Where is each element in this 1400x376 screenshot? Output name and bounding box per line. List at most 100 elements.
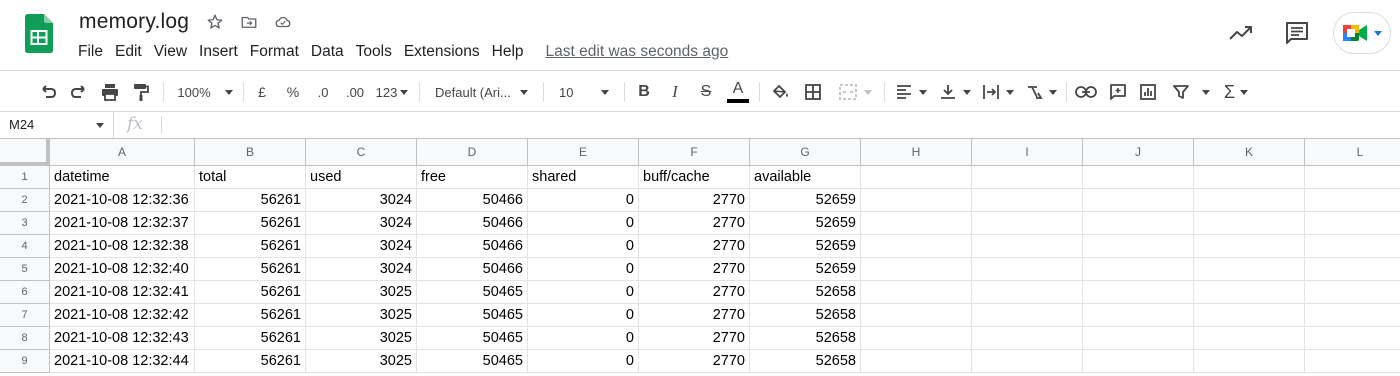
cloud-status-icon[interactable] <box>273 12 293 32</box>
cell-j8[interactable] <box>1083 327 1194 350</box>
document-title[interactable]: memory.log <box>79 10 189 34</box>
menu-data[interactable]: Data <box>305 41 350 63</box>
insert-comment-icon[interactable] <box>1106 79 1130 105</box>
cell-b8[interactable]: 56261 <box>195 327 306 350</box>
menu-extensions[interactable]: Extensions <box>398 41 486 63</box>
cell-l2[interactable] <box>1305 189 1400 212</box>
row-header[interactable]: 2 <box>0 189 50 212</box>
cell-f9[interactable]: 2770 <box>639 350 750 373</box>
decrease-decimal-button[interactable]: .0 <box>311 79 335 105</box>
merge-cells-icon[interactable] <box>833 79 877 105</box>
cell-d5[interactable]: 50466 <box>417 258 528 281</box>
menu-file[interactable]: File <box>72 41 109 63</box>
menu-edit[interactable]: Edit <box>109 41 148 63</box>
row-header[interactable]: 3 <box>0 212 50 235</box>
cell-l9[interactable] <box>1305 350 1400 373</box>
cell-e5[interactable]: 0 <box>528 258 639 281</box>
cell-k6[interactable] <box>1194 281 1305 304</box>
name-box[interactable]: M24 <box>0 112 114 138</box>
cell-k4[interactable] <box>1194 235 1305 258</box>
cell-c2[interactable]: 3024 <box>306 189 417 212</box>
format-percent-button[interactable]: % <box>283 79 303 105</box>
insert-chart-icon[interactable] <box>1136 79 1160 105</box>
borders-icon[interactable] <box>801 79 825 105</box>
cell-l4[interactable] <box>1305 235 1400 258</box>
column-header-g[interactable]: G <box>750 139 861 166</box>
cell-f3[interactable]: 2770 <box>639 212 750 235</box>
cell-j6[interactable] <box>1083 281 1194 304</box>
fill-color-icon[interactable] <box>768 79 792 105</box>
cell-e7[interactable]: 0 <box>528 304 639 327</box>
insert-link-icon[interactable] <box>1074 79 1098 105</box>
column-header-h[interactable]: H <box>861 139 972 166</box>
cell-a6[interactable]: 2021-10-08 12:32:41 <box>50 281 195 304</box>
cell-k5[interactable] <box>1194 258 1305 281</box>
cell-k7[interactable] <box>1194 304 1305 327</box>
cell-i8[interactable] <box>972 327 1083 350</box>
vertical-align-icon[interactable] <box>936 79 974 105</box>
cell-g1[interactable]: available <box>750 166 861 189</box>
font-size-select[interactable]: 10 <box>553 79 617 105</box>
select-all-corner[interactable] <box>0 139 50 166</box>
cell-a9[interactable]: 2021-10-08 12:32:44 <box>50 350 195 373</box>
cell-j4[interactable] <box>1083 235 1194 258</box>
cell-k8[interactable] <box>1194 327 1305 350</box>
cell-b3[interactable]: 56261 <box>195 212 306 235</box>
cell-k3[interactable] <box>1194 212 1305 235</box>
print-icon[interactable] <box>98 79 122 105</box>
cell-d4[interactable]: 50466 <box>417 235 528 258</box>
cell-a1[interactable]: datetime <box>50 166 195 189</box>
cell-b2[interactable]: 56261 <box>195 189 306 212</box>
meet-button[interactable] <box>1333 12 1391 54</box>
paint-format-icon[interactable] <box>129 79 153 105</box>
zoom-select[interactable]: 100% <box>172 79 238 105</box>
cell-d9[interactable]: 50465 <box>417 350 528 373</box>
cell-g6[interactable]: 52658 <box>750 281 861 304</box>
text-wrapping-icon[interactable] <box>979 79 1017 105</box>
redo-icon[interactable] <box>67 79 91 105</box>
menu-help[interactable]: Help <box>486 41 530 63</box>
more-formats-button[interactable]: 123 <box>373 79 411 105</box>
cell-c1[interactable]: used <box>306 166 417 189</box>
cell-c6[interactable]: 3025 <box>306 281 417 304</box>
cell-d1[interactable]: free <box>417 166 528 189</box>
column-header-c[interactable]: C <box>306 139 417 166</box>
cell-g9[interactable]: 52658 <box>750 350 861 373</box>
last-edit-link[interactable]: Last edit was seconds ago <box>546 43 729 61</box>
cell-h6[interactable] <box>861 281 972 304</box>
comments-icon[interactable] <box>1284 20 1310 46</box>
cell-d7[interactable]: 50465 <box>417 304 528 327</box>
cell-j1[interactable] <box>1083 166 1194 189</box>
cell-a7[interactable]: 2021-10-08 12:32:42 <box>50 304 195 327</box>
format-currency-button[interactable]: £ <box>252 79 272 105</box>
cell-e2[interactable]: 0 <box>528 189 639 212</box>
cell-l1[interactable] <box>1305 166 1400 189</box>
cell-i6[interactable] <box>972 281 1083 304</box>
cell-e4[interactable]: 0 <box>528 235 639 258</box>
cell-l7[interactable] <box>1305 304 1400 327</box>
cell-c7[interactable]: 3025 <box>306 304 417 327</box>
cell-f1[interactable]: buff/cache <box>639 166 750 189</box>
cell-f4[interactable]: 2770 <box>639 235 750 258</box>
cell-c3[interactable]: 3024 <box>306 212 417 235</box>
cell-e8[interactable]: 0 <box>528 327 639 350</box>
cell-i4[interactable] <box>972 235 1083 258</box>
row-header[interactable]: 9 <box>0 350 50 373</box>
row-header[interactable]: 8 <box>0 327 50 350</box>
row-header[interactable]: 5 <box>0 258 50 281</box>
cell-e3[interactable]: 0 <box>528 212 639 235</box>
cell-i3[interactable] <box>972 212 1083 235</box>
cell-g8[interactable]: 52658 <box>750 327 861 350</box>
star-icon[interactable] <box>205 12 225 32</box>
cell-d2[interactable]: 50466 <box>417 189 528 212</box>
cell-h5[interactable] <box>861 258 972 281</box>
cell-a4[interactable]: 2021-10-08 12:32:38 <box>50 235 195 258</box>
cell-h3[interactable] <box>861 212 972 235</box>
column-header-k[interactable]: K <box>1194 139 1305 166</box>
font-family-select[interactable]: Default (Ari... <box>430 79 534 105</box>
cell-c5[interactable]: 3024 <box>306 258 417 281</box>
undo-icon[interactable] <box>36 79 60 105</box>
column-header-f[interactable]: F <box>639 139 750 166</box>
cell-k9[interactable] <box>1194 350 1305 373</box>
cell-h4[interactable] <box>861 235 972 258</box>
